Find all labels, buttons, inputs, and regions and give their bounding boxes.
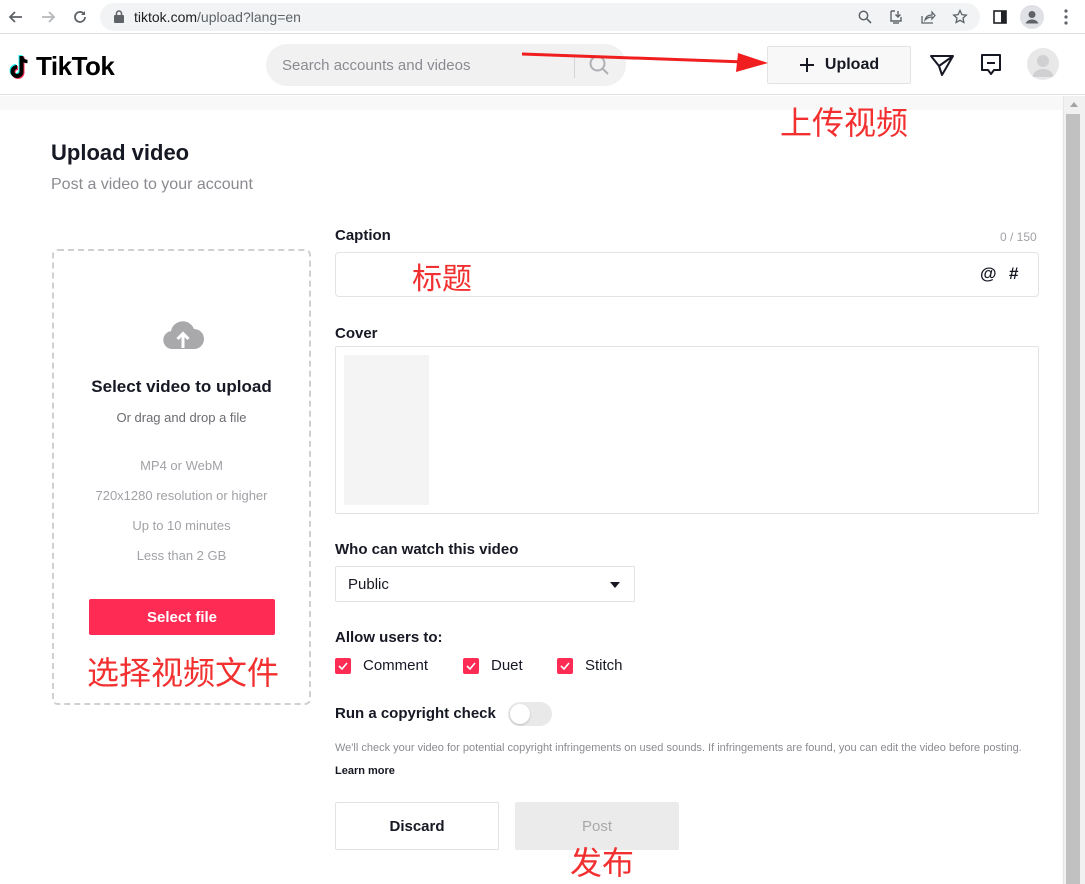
search-button[interactable] (584, 52, 614, 78)
toggle-knob (510, 704, 530, 724)
url-text[interactable]: tiktok.com/upload?lang=en (134, 9, 301, 25)
upload-label: Upload (824, 56, 880, 73)
lock-icon[interactable] (114, 10, 124, 23)
tiktok-logo[interactable]: TikTok (8, 51, 115, 82)
upload-button[interactable]: Upload (767, 46, 911, 84)
page-title: Upload video (51, 140, 190, 165)
search-divider (574, 56, 575, 78)
select-file-button[interactable]: Select file (89, 599, 275, 635)
copyright-note-text: We'll check your video for potential cop… (335, 742, 1022, 754)
back-icon[interactable] (4, 5, 28, 29)
avatar[interactable] (1027, 48, 1059, 80)
site-header: TikTok Upload (0, 35, 1085, 95)
scrollbar[interactable] (1063, 96, 1085, 884)
checkbox-checked-icon[interactable] (557, 657, 573, 674)
forward-icon[interactable] (36, 5, 60, 29)
privacy-value: Public (348, 576, 389, 593)
copyright-toggle[interactable] (508, 702, 552, 726)
copyright-note: We'll check your video for potential cop… (335, 737, 1045, 783)
scroll-up-arrow[interactable] (1070, 102, 1078, 107)
checkbox-duet[interactable]: Duet (463, 657, 523, 674)
checkbox-checked-icon[interactable] (463, 657, 479, 674)
allow-users-label: Allow users to: (335, 629, 443, 646)
dropzone-title: Select video to upload (91, 377, 272, 396)
side-panel-icon[interactable] (988, 5, 1012, 29)
copyright-label: Run a copyright check (335, 705, 496, 722)
checkbox-label: Comment (363, 657, 429, 674)
mention-button[interactable]: @ (980, 264, 997, 284)
search-input[interactable] (282, 44, 572, 86)
plus-icon (799, 58, 814, 72)
install-app-icon[interactable] (886, 7, 906, 27)
caption-label: Caption (335, 227, 391, 244)
url-path: /upload?lang=en (197, 9, 301, 25)
inbox-icon[interactable] (977, 51, 1005, 79)
page-subtitle: Post a video to your account (51, 176, 253, 193)
privacy-label: Who can watch this video (335, 541, 519, 558)
cover-selector[interactable] (335, 346, 1039, 514)
caption-field[interactable]: @ # (335, 252, 1039, 297)
tiktok-note-icon (9, 54, 28, 79)
caption-input[interactable] (346, 253, 966, 296)
menu-kebab-icon[interactable] (1054, 5, 1078, 29)
dropzone-subtitle: Or drag and drop a file (116, 410, 247, 425)
share-icon[interactable] (918, 7, 938, 27)
profile-icon[interactable] (1020, 5, 1044, 29)
checkbox-comment[interactable]: Comment (335, 657, 428, 674)
video-dropzone[interactable]: Select video to upload Or drag and drop … (52, 249, 311, 705)
cover-label: Cover (335, 325, 378, 342)
zoom-icon[interactable] (855, 7, 875, 27)
learn-more-link[interactable]: Learn more (335, 765, 395, 777)
discard-button[interactable]: Discard (335, 802, 499, 850)
checkbox-stitch[interactable]: Stitch (557, 657, 623, 674)
send-icon[interactable] (928, 51, 956, 79)
reload-icon[interactable] (68, 5, 92, 29)
privacy-select[interactable]: Public (335, 566, 635, 602)
scrollbar-thumb[interactable] (1066, 114, 1080, 884)
search-icon (589, 55, 609, 75)
post-button[interactable]: Post (515, 802, 679, 850)
browser-toolbar: tiktok.com/upload?lang=en (0, 0, 1085, 34)
requirement-resolution: 720x1280 resolution or higher (95, 488, 268, 503)
logo-text: TikTok (36, 51, 115, 81)
checkbox-label: Duet (491, 657, 523, 674)
cover-thumbnail-placeholder[interactable] (344, 355, 429, 505)
requirement-format: MP4 or WebM (140, 458, 223, 473)
caption-counter: 0 / 150 (1000, 230, 1037, 244)
checkbox-label: Stitch (585, 657, 623, 674)
caret-down-icon (610, 582, 620, 588)
search-bar (266, 44, 626, 86)
bookmark-star-icon[interactable] (950, 7, 970, 27)
requirement-duration: Up to 10 minutes (132, 518, 231, 533)
url-host: tiktok.com (134, 9, 198, 25)
checkbox-checked-icon[interactable] (335, 657, 351, 674)
cloud-upload-icon (162, 319, 204, 356)
hashtag-button[interactable]: # (1009, 264, 1018, 284)
requirement-size: Less than 2 GB (136, 548, 227, 563)
address-bar[interactable]: tiktok.com/upload?lang=en (100, 3, 980, 31)
